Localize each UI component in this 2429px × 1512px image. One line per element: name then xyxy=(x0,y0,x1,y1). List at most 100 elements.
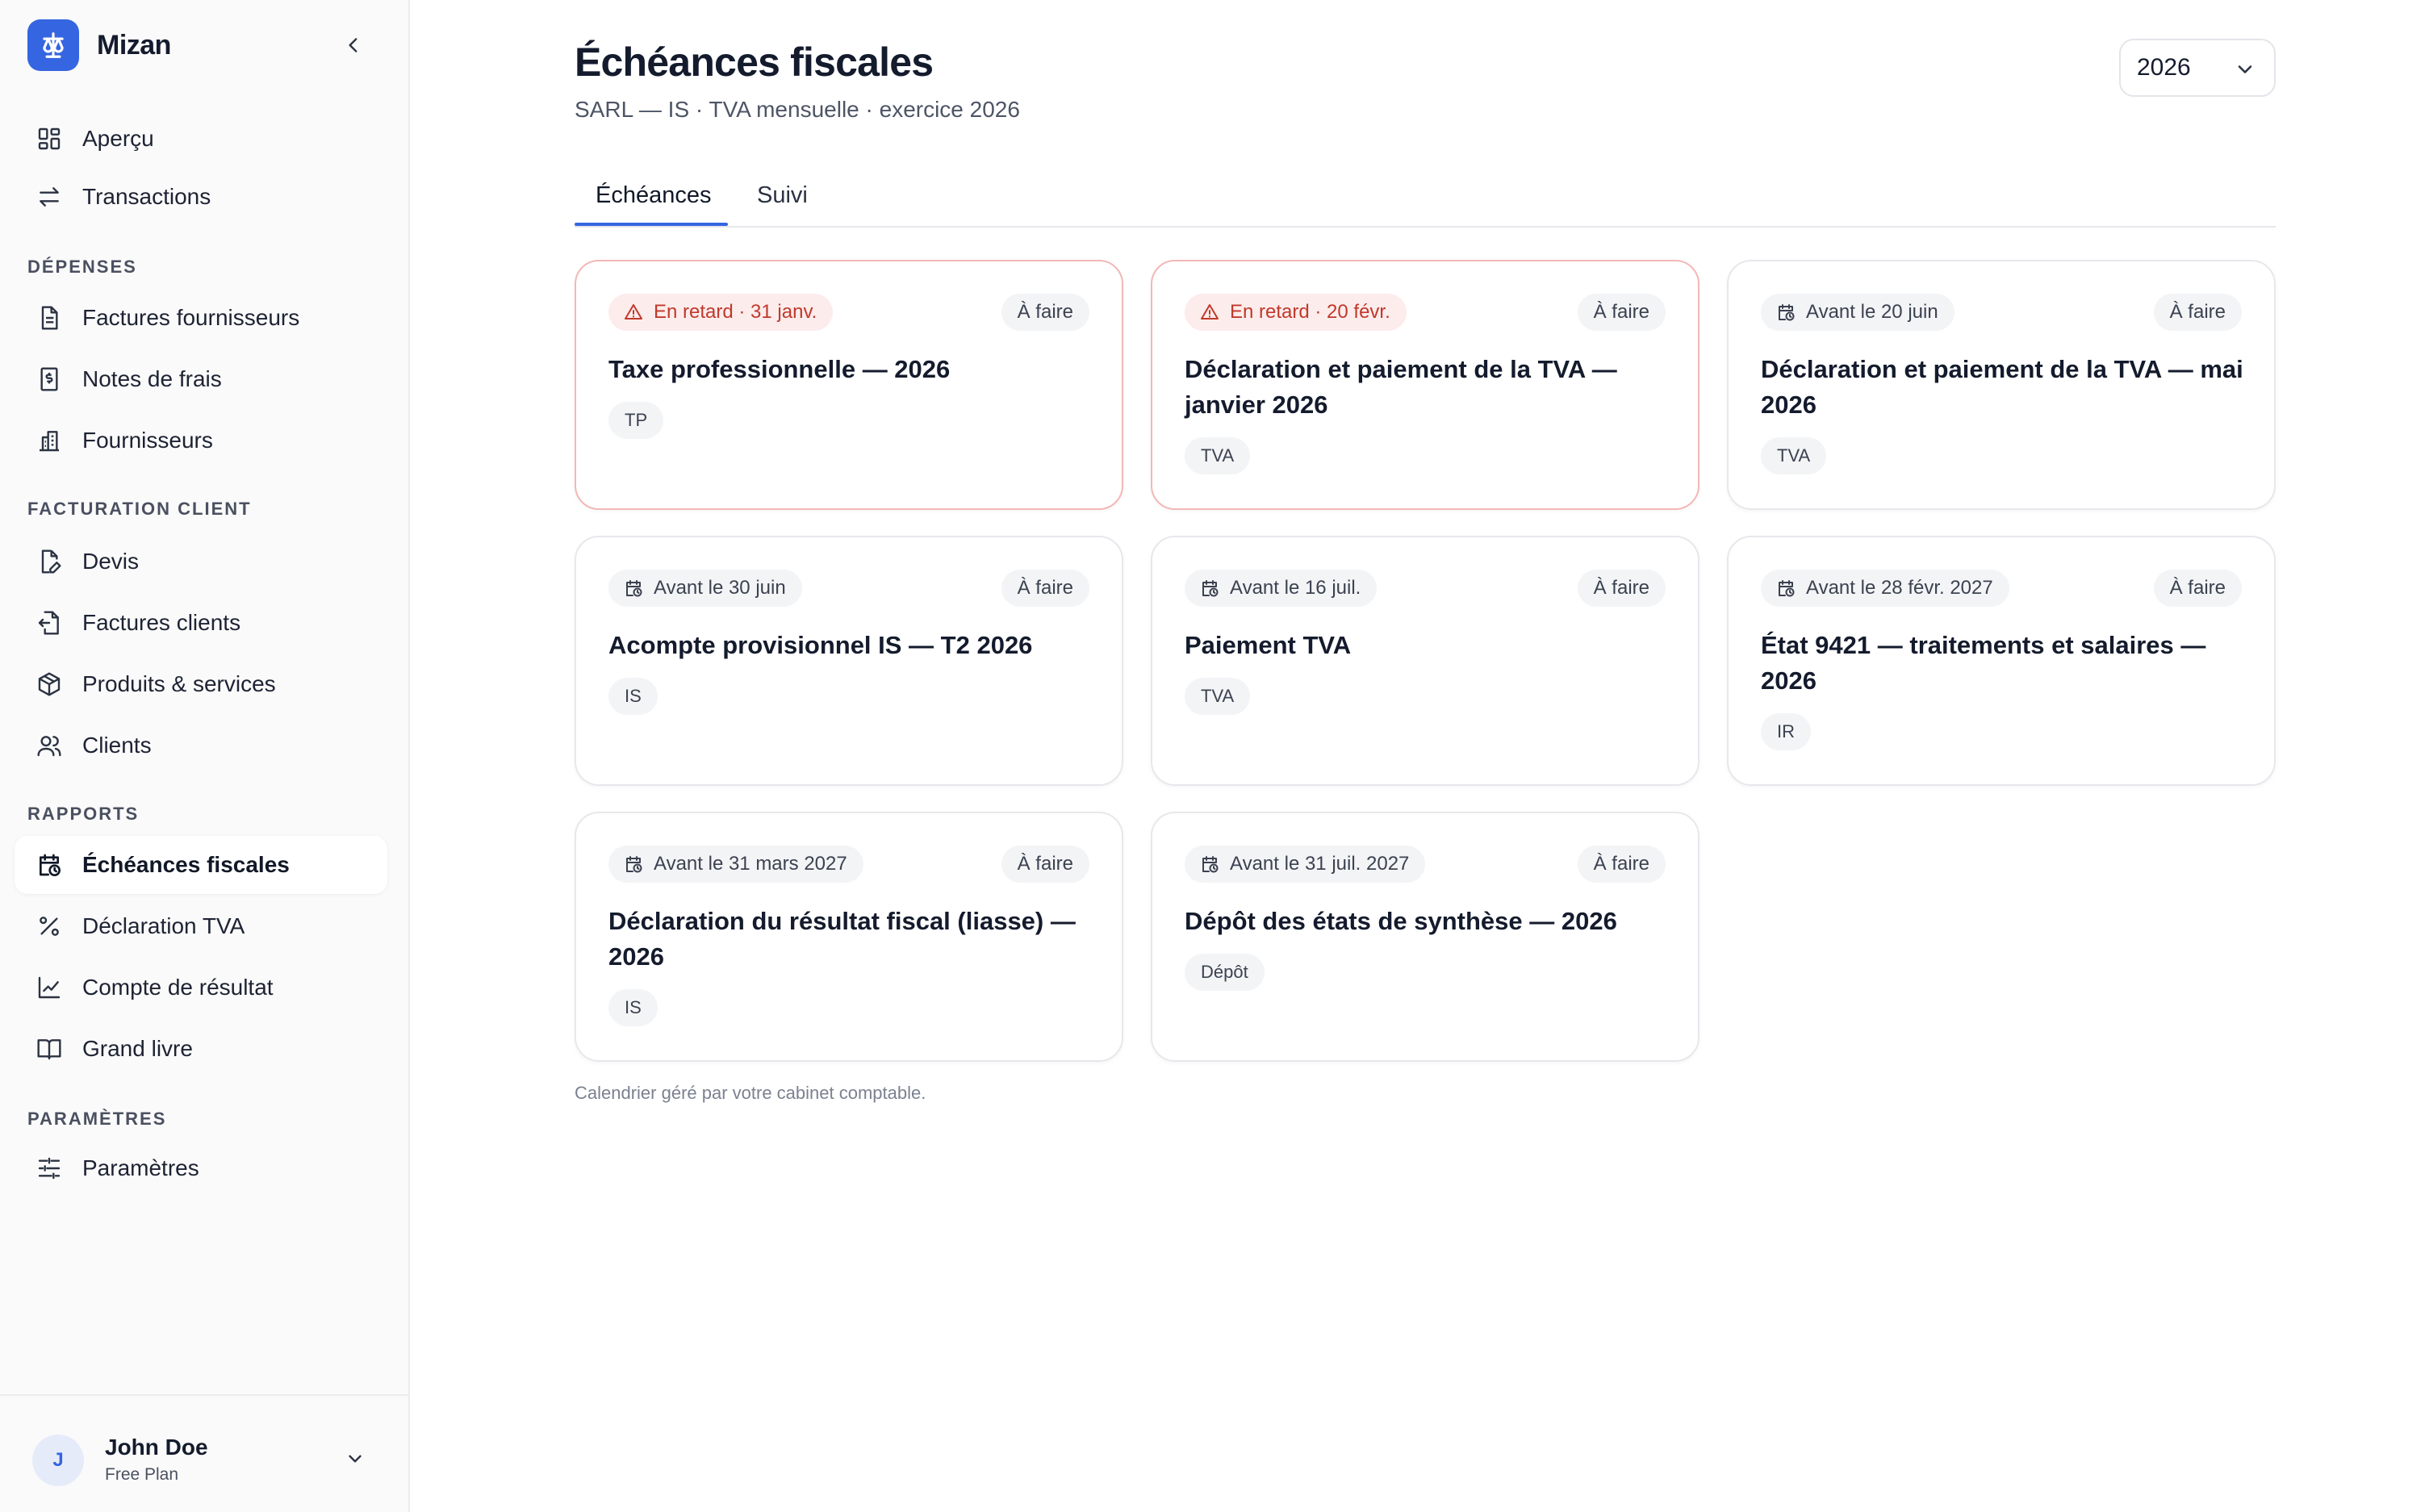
footnote: Calendrier géré par votre cabinet compta… xyxy=(575,1083,926,1103)
nav-item-factures-fournisseurs[interactable]: Factures fournisseurs xyxy=(15,289,387,347)
building-icon xyxy=(34,425,65,456)
active-tab-indicator xyxy=(575,223,728,226)
book-icon xyxy=(34,1034,65,1064)
status-badge: À faire xyxy=(1001,570,1089,607)
line-chart-icon xyxy=(34,972,65,1003)
overdue-badge: En retard · 31 janv. xyxy=(608,294,834,331)
year-select[interactable]: 2026 xyxy=(2119,39,2276,97)
tax-type-tag: TP xyxy=(608,402,664,439)
nav-label: Grand livre xyxy=(82,1036,193,1061)
calendar-clock-icon xyxy=(623,854,644,875)
calendar-clock-icon xyxy=(34,850,65,880)
deadline-title: Acompte provisionnel IS — T2 2026 xyxy=(608,631,1033,659)
due-date-text: Avant le 30 juin xyxy=(654,577,786,599)
deadline-title: Dépôt des états de synthèse — 2026 xyxy=(1185,907,1617,935)
nav-item-parametres[interactable]: Paramètres xyxy=(15,1139,387,1197)
sliders-icon xyxy=(34,1153,65,1184)
nav-item-fournisseurs[interactable]: Fournisseurs xyxy=(15,411,387,470)
page-subtitle: SARL — IS · TVA mensuelle · exercice 202… xyxy=(575,97,1020,122)
due-date-text: Avant le 16 juil. xyxy=(1230,577,1361,599)
nav-item-clients[interactable]: Clients xyxy=(15,716,387,775)
due-date-badge: Avant le 31 mars 2027 xyxy=(608,846,863,883)
due-date-text: Avant le 31 juil. 2027 xyxy=(1230,853,1410,875)
nav-item-devis[interactable]: Devis xyxy=(15,533,387,591)
tab-bar: Échéances Suivi xyxy=(575,171,2276,228)
deadline-card[interactable]: Avant le 31 mars 2027 À faire Déclaration … xyxy=(575,812,1123,1062)
due-date-badge: Avant le 16 juil. xyxy=(1185,570,1378,607)
deadline-title: Déclaration du résultat fiscal (liasse) … xyxy=(608,907,1076,971)
document-export-icon xyxy=(34,608,65,638)
document-icon xyxy=(34,303,65,333)
nav-label: Produits & services xyxy=(82,671,276,696)
user-menu[interactable]: J John Doe Free Plan xyxy=(0,1394,408,1512)
nav-label: Paramètres xyxy=(82,1155,199,1180)
status-badge: À faire xyxy=(1577,294,1666,331)
nav-label: Échéances fiscales xyxy=(82,852,290,877)
tax-type-tag: IS xyxy=(608,678,658,715)
due-date-badge: Avant le 28 févr. 2027 xyxy=(1761,570,2009,607)
calendar-clock-icon xyxy=(1199,854,1220,875)
scale-icon xyxy=(27,19,79,71)
deadline-card[interactable]: Avant le 28 févr. 2027 À faire État 9421 —… xyxy=(1727,536,2276,786)
nav-label: Clients xyxy=(82,733,152,758)
warning-icon xyxy=(623,302,644,323)
nav-item-echeances-fiscales[interactable]: Échéances fiscales xyxy=(15,836,387,894)
due-date-text: Avant le 28 févr. 2027 xyxy=(1806,577,1993,599)
status-badge: À faire xyxy=(1001,846,1089,883)
nav-label: Compte de résultat xyxy=(82,975,274,1000)
nav-item-apercu[interactable]: Aperçu xyxy=(15,110,387,168)
calendar-clock-icon xyxy=(1775,302,1796,323)
nav-label: Aperçu xyxy=(82,126,154,151)
due-date-badge: Avant le 31 juil. 2027 xyxy=(1185,846,1426,883)
deadline-title: Paiement TVA xyxy=(1185,631,1352,659)
section-title-facturation-client: FACTURATION CLIENT xyxy=(27,499,252,519)
nav-label: Déclaration TVA xyxy=(82,913,245,938)
collapse-sidebar-icon[interactable] xyxy=(339,31,368,60)
brand[interactable]: Mizan xyxy=(27,19,171,71)
nav-item-factures-clients[interactable]: Factures clients xyxy=(15,594,387,652)
section-title-rapports: RAPPORTS xyxy=(27,804,140,824)
deadline-card[interactable]: Avant le 31 juil. 2027 À faire Dépôt des é… xyxy=(1151,812,1699,1062)
package-icon xyxy=(34,669,65,700)
nav-item-compte-de-resultat[interactable]: Compte de résultat xyxy=(15,959,387,1017)
status-badge: À faire xyxy=(2153,294,2242,331)
nav-label: Notes de frais xyxy=(82,366,222,391)
warning-icon xyxy=(1199,302,1220,323)
calendar-clock-icon xyxy=(1775,578,1796,599)
deadline-card[interactable]: En retard · 31 janv. À faire Taxe professi… xyxy=(575,260,1123,510)
chevron-down-icon[interactable] xyxy=(342,1446,368,1472)
year-select-value: 2026 xyxy=(2137,54,2191,81)
arrows-left-right-icon xyxy=(34,182,65,212)
tab-suivi[interactable]: Suivi xyxy=(757,182,808,228)
tab-echeances[interactable]: Échéances xyxy=(596,182,712,228)
status-badge: À faire xyxy=(1577,570,1666,607)
percent-icon xyxy=(34,911,65,942)
tax-type-tag: IS xyxy=(608,989,658,1026)
section-title-depenses: DÉPENSES xyxy=(27,257,137,277)
users-icon xyxy=(34,730,65,761)
deadline-title: Déclaration et paiement de la TVA — mai … xyxy=(1761,355,2243,419)
nav-item-grand-livre[interactable]: Grand livre xyxy=(15,1020,387,1078)
nav-label: Fournisseurs xyxy=(82,428,213,453)
nav-label: Devis xyxy=(82,549,140,574)
due-date-badge: Avant le 30 juin xyxy=(608,570,802,607)
nav-item-produits-services[interactable]: Produits & services xyxy=(15,655,387,713)
status-badge: À faire xyxy=(1577,846,1666,883)
deadline-card[interactable]: Avant le 20 juin À faire Déclaration et pa… xyxy=(1727,260,2276,510)
due-date-badge: Avant le 20 juin xyxy=(1761,294,1954,331)
nav-label: Factures fournisseurs xyxy=(82,305,300,330)
calendar-clock-icon xyxy=(623,578,644,599)
document-edit-icon xyxy=(34,546,65,577)
deadline-card[interactable]: Avant le 30 juin À faire Acompte provision… xyxy=(575,536,1123,786)
nav-item-transactions[interactable]: Transactions xyxy=(15,168,387,226)
user-plan: Free Plan xyxy=(105,1465,179,1484)
tax-type-tag: Dépôt xyxy=(1185,954,1265,991)
page-title: Échéances fiscales xyxy=(575,40,934,85)
nav-item-declaration-tva[interactable]: Déclaration TVA xyxy=(15,897,387,955)
deadline-card[interactable]: Avant le 16 juil. À faire Paiement TVA TVA xyxy=(1151,536,1699,786)
receipt-dollar-icon xyxy=(34,364,65,395)
deadline-card[interactable]: En retard · 20 févr. À faire Déclaration e… xyxy=(1151,260,1699,510)
nav-item-notes-de-frais[interactable]: Notes de frais xyxy=(15,350,387,408)
avatar: J xyxy=(32,1435,84,1486)
section-title-parametres: PARAMÈTRES xyxy=(27,1109,167,1129)
